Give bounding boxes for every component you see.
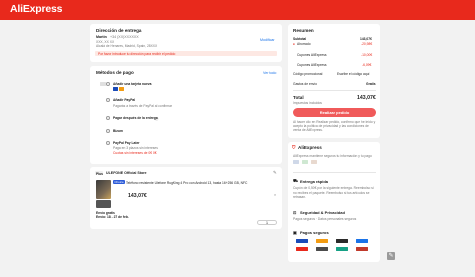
payment-logo-icon: [356, 247, 368, 251]
quantity-stepper[interactable]: 1: [257, 220, 277, 225]
payment-note-paylater: Paga en 3 plazos sin intereses: [113, 146, 158, 150]
payment-logo-icon: [336, 247, 348, 251]
summary-row-label: Subtotal: [293, 37, 307, 41]
shipping-edit-link[interactable]: Modificar: [260, 38, 275, 42]
legal-note: Al hacer clic en Realizar pedido, confir…: [293, 120, 376, 132]
shipping-warning-text: Por favor introduce tu dirección para re…: [98, 51, 176, 56]
total-label: Total: [293, 95, 304, 100]
total-value: 143,07€: [357, 95, 376, 101]
payment-radio-card[interactable]: [106, 82, 110, 86]
trust-intro: AliExpress mantiene seguros tu informaci…: [293, 154, 372, 158]
pencil-icon[interactable]: ✎: [387, 252, 395, 260]
summary-row-label: Código promocional: [293, 72, 323, 76]
fast-delivery-title: Entrega rápida: [300, 179, 329, 184]
payment-view-all-link[interactable]: Ver todo: [263, 71, 276, 75]
summary-row-value: -10,00€: [361, 53, 373, 57]
delivery-date: Envío: 18 - 27 de feb.: [96, 215, 129, 219]
summary-row-value: 143,07€: [360, 37, 372, 41]
shield-icon: ⛉: [292, 145, 296, 150]
payment-logo-icon: [296, 247, 308, 251]
payment-label-paypal: Añadir PayPal: [113, 98, 136, 102]
payment-title: Métodos de pago: [96, 70, 134, 75]
payment-label-cod: Pagar después de la entrega: [113, 116, 158, 120]
secure-payments-title: Pagos seguros: [300, 230, 329, 235]
security-title: Seguridad & Privacidad: [300, 210, 345, 215]
card-icon: [100, 82, 106, 86]
summary-row-value: Gratis: [366, 82, 376, 86]
payment-radio-paylater[interactable]: [106, 141, 110, 145]
payment-extra-note: Cuotas sin intereses de 0€ 0€: [113, 151, 157, 155]
shipping-phone: +34 (XX)XXXXXX: [110, 35, 139, 39]
security-text: Pagos seguros · Datos personales seguros: [293, 217, 357, 221]
payment-radio-bizum[interactable]: [106, 129, 110, 133]
pencil-icon[interactable]: ✎: [273, 170, 277, 176]
summary-row-label: Cupones AliExpress: [297, 53, 327, 57]
trust-badge-icon: [311, 160, 317, 164]
fast-delivery-text: Cupón de 0,50€ por la siguiente entrega.…: [293, 186, 374, 199]
trust-divider: [293, 172, 376, 173]
store-card: [90, 167, 282, 229]
trust-badge-icon: [293, 160, 299, 164]
store-badge-label: Plus: [96, 171, 103, 176]
truck-icon: ⛟: [293, 178, 299, 183]
payment-logo-icon: [296, 239, 308, 243]
trust-badge-icon: [302, 160, 308, 164]
summary-row-label: Gastos de envío: [293, 82, 318, 86]
top-bar: AliExpress: [0, 0, 475, 20]
lock-icon: ⊡: [293, 210, 297, 215]
choice-badge: Choice: [113, 180, 125, 184]
product-title[interactable]: Teléfono resistente Ulefone RugKing 4 Pr…: [126, 181, 247, 185]
payment-label-card: Añadir una tarjeta nueva: [113, 82, 152, 86]
product-thumbnail: [96, 200, 111, 208]
payment-label-paylater: PayPal Pay Later: [113, 141, 140, 145]
payment-radio-paypal[interactable]: [106, 98, 110, 102]
summary-row-marker: ●: [293, 42, 295, 46]
store-name[interactable]: ULEFONE Official Store: [106, 171, 147, 175]
aliexpress-logo[interactable]: AliExpress: [10, 3, 62, 15]
payment-logo-icon: [356, 239, 368, 243]
place-order-button[interactable]: Realizar pedido: [293, 108, 376, 117]
payment-logo-icon: [316, 239, 328, 243]
product-price: 143,07€: [128, 193, 147, 199]
close-icon[interactable]: ×: [274, 193, 276, 197]
trust-brand: AliExpress: [298, 145, 322, 150]
payment-radio-cod[interactable]: [106, 116, 110, 120]
promo-code-input[interactable]: Escribe el código aquí: [337, 72, 369, 76]
summary-row-value: -6,09€: [362, 63, 372, 67]
card-brand-icon: [119, 87, 124, 91]
shipping-title: Dirección de entrega: [96, 28, 142, 33]
payment-logo-icon: [336, 239, 348, 243]
payment-label-bizum: Bizum: [113, 129, 123, 133]
summary-row-label: Ahorrado: [297, 42, 311, 46]
shipping-city: Alcalá de Henares, Madrid, Spain, 28XXX: [96, 44, 158, 48]
summary-title: Resumen: [293, 28, 314, 33]
card-lock-icon: ▣: [293, 230, 297, 235]
payment-note-paypal: Pagarás a través de PayPal al confirmar: [113, 104, 173, 108]
card-brand-icon: [113, 87, 118, 91]
summary-row-label: Cupones AliExpress: [297, 63, 327, 67]
payment-logo-icon: [316, 247, 328, 251]
info-icon: ⓘ: [155, 117, 159, 121]
tax-note: Impuestos incluidos: [293, 101, 322, 105]
summary-divider: [293, 90, 376, 91]
summary-row-value: -20,98€: [361, 42, 373, 46]
shipping-name: Martin: [96, 35, 107, 39]
product-image[interactable]: [96, 180, 111, 199]
